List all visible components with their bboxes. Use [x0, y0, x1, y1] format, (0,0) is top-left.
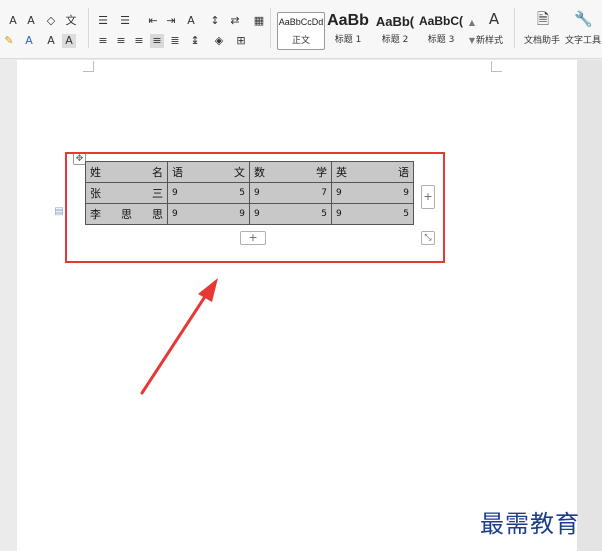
- annotation-arrow: [140, 278, 218, 395]
- watermark-text: 最需教育: [480, 510, 580, 538]
